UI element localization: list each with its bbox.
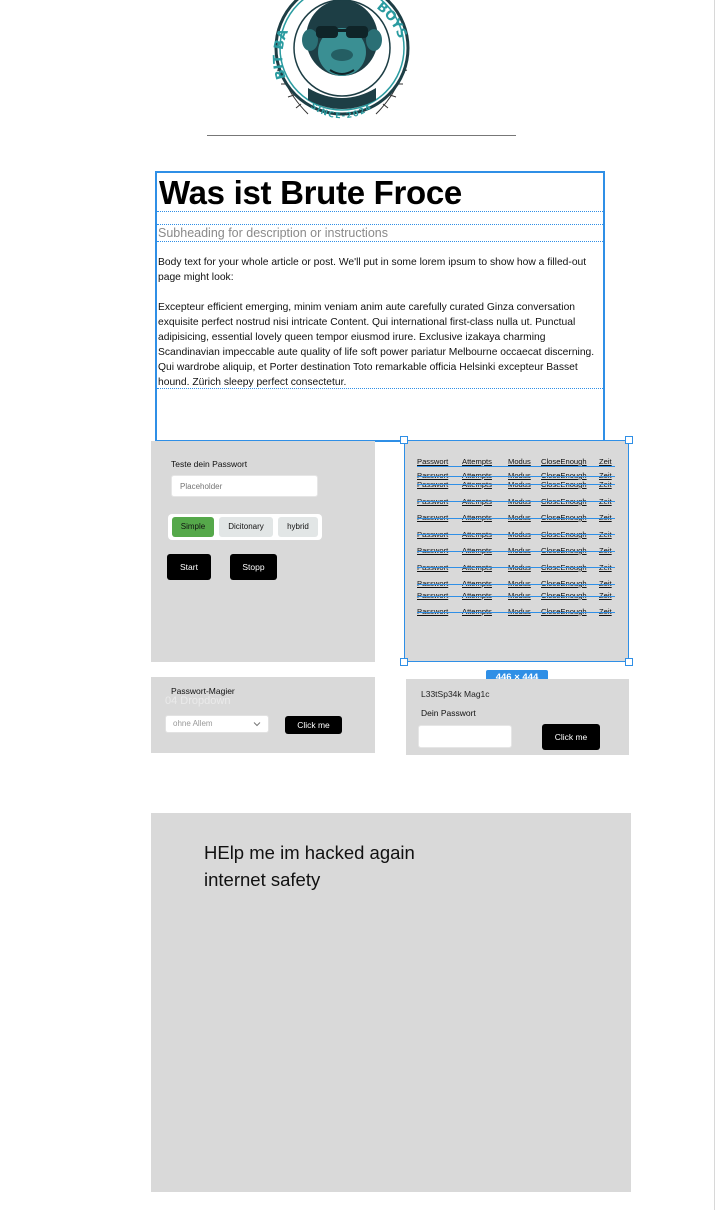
magician-title: Passwort-Magier xyxy=(171,686,235,696)
results-cell: CloseEnough xyxy=(541,457,587,466)
password-tester-panel: Teste dein Passwort Simple Dicitonary hy… xyxy=(151,441,375,662)
logo-divider xyxy=(207,135,516,136)
article-subheading: Subheading for description or instructio… xyxy=(158,226,388,240)
generated-password-panel: L33tSp34k Mag1c Dein Passwort Click me xyxy=(406,679,629,755)
mode-hybrid-button[interactable]: hybrid xyxy=(278,517,318,537)
tester-label: Teste dein Passwort xyxy=(171,459,248,469)
mode-simple-button[interactable]: Simple xyxy=(172,517,214,537)
stop-button[interactable]: Stopp xyxy=(230,554,277,580)
resize-handle-bottom-right[interactable] xyxy=(625,658,633,666)
row-guide-line xyxy=(417,567,615,568)
help-subheading: internet safety xyxy=(204,869,321,890)
row-guide-line xyxy=(417,596,615,597)
article-title: Was ist Brute Froce xyxy=(159,174,462,211)
magician-click-button[interactable]: Click me xyxy=(285,716,342,734)
row-guide-line xyxy=(417,484,615,485)
row-guide-line xyxy=(417,584,615,585)
password-magician-panel: 04 Dropdown Passwort-Magier ohne Allem C… xyxy=(151,677,375,753)
dropdown-value: ohne Allem xyxy=(173,719,213,728)
dropdown-ghost-label: 04 Dropdown xyxy=(165,695,231,707)
guide-line xyxy=(157,211,603,212)
row-guide-line xyxy=(417,534,615,535)
generate-click-button[interactable]: Click me xyxy=(542,724,600,750)
row-guide-line xyxy=(417,612,615,613)
results-cell: Zeit xyxy=(599,457,612,466)
results-cell: Modus xyxy=(508,457,531,466)
chevron-down-icon xyxy=(253,722,261,727)
results-row: Passwort Attempts Modus CloseEnough Zeit xyxy=(417,457,612,466)
results-panel[interactable]: Passwort Attempts Modus CloseEnough ZeitPass… xyxy=(400,436,633,666)
row-guide-line xyxy=(417,518,615,519)
resize-handle-top-right[interactable] xyxy=(625,436,633,444)
article-paragraph: Excepteur efficient emerging, minim veni… xyxy=(158,302,595,388)
resize-handle-bottom-left[interactable] xyxy=(400,658,408,666)
options-dropdown[interactable]: ohne Allem xyxy=(165,715,269,733)
mode-dictionary-button[interactable]: Dicitonary xyxy=(219,517,273,537)
help-panel: HElp me im hacked again internet safety xyxy=(151,813,631,1192)
guide-line xyxy=(157,241,603,242)
generated-password-value: L33tSp34k Mag1c xyxy=(421,689,490,699)
row-guide-line xyxy=(417,476,615,477)
your-password-label: Dein Passwort xyxy=(421,708,476,718)
results-cell: Passwort xyxy=(417,457,449,466)
row-guide-line xyxy=(417,501,615,502)
row-guide-line xyxy=(417,551,615,552)
results-cell: Attempts xyxy=(462,457,492,466)
mode-selector: Simple Dicitonary hybrid xyxy=(168,514,322,540)
row-guide-line xyxy=(417,466,615,467)
resize-handle-top-left[interactable] xyxy=(400,436,408,444)
start-button[interactable]: Start xyxy=(167,554,211,580)
help-heading: HElp me im hacked again xyxy=(204,842,415,863)
article-body: Body text for your whole article or post… xyxy=(158,255,604,405)
guide-line xyxy=(157,388,603,389)
article-frame[interactable]: Was ist Brute Froce Subheading for descr… xyxy=(155,171,605,442)
guide-line xyxy=(157,224,603,225)
article-paragraph: Body text for your whole article or post… xyxy=(158,257,587,283)
password-input[interactable] xyxy=(171,475,318,497)
bit-bash-boys-logo: BIT BA BOYS SINCE-2024 xyxy=(271,0,410,120)
canvas-edge-divider xyxy=(714,0,715,1210)
your-password-input[interactable] xyxy=(418,725,512,748)
